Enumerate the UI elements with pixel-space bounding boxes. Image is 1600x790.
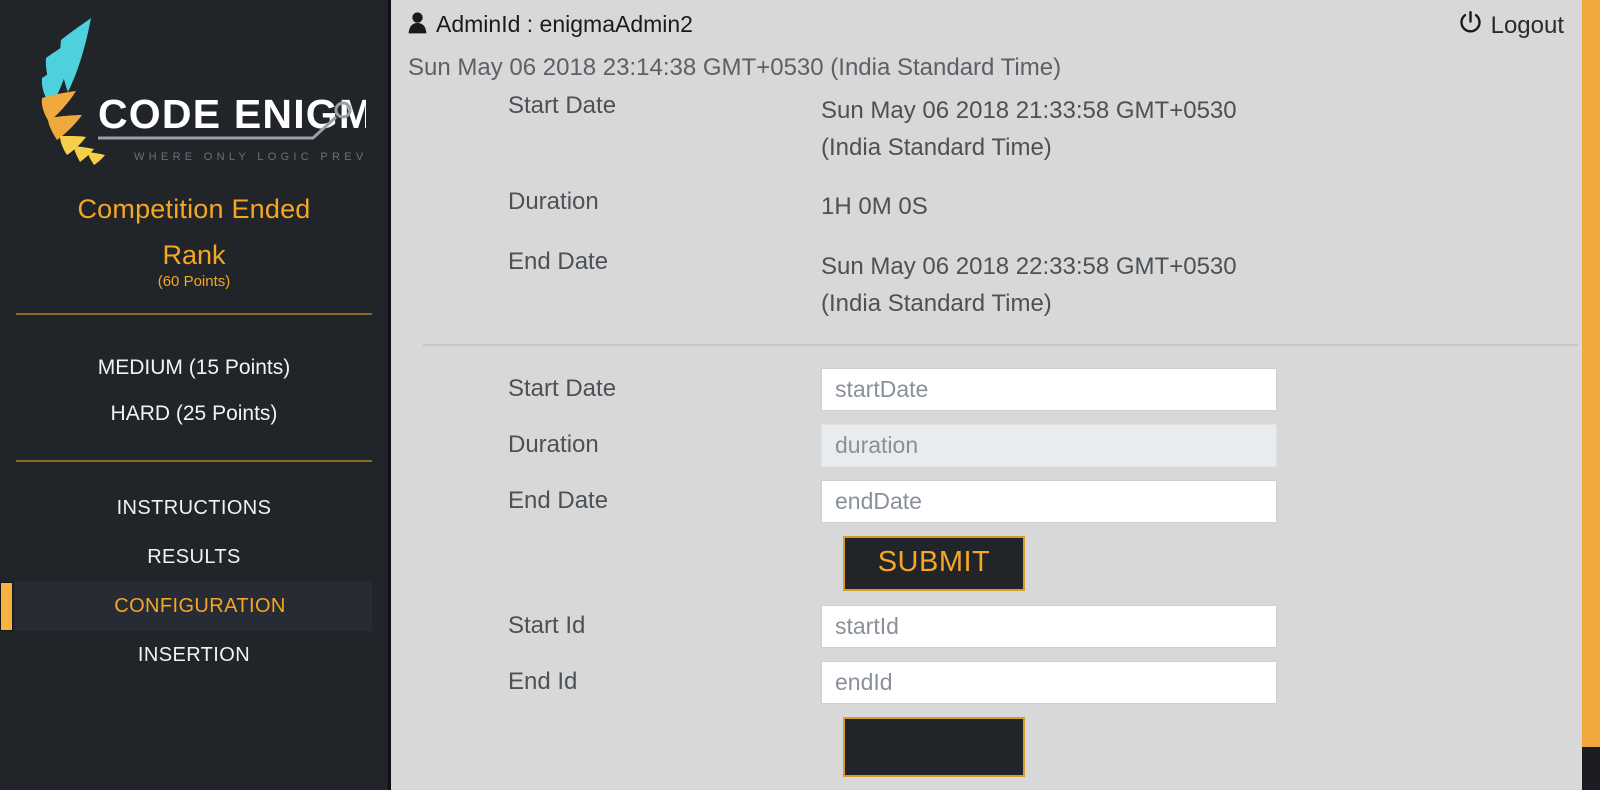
sidebar: CODE ENIGMA WHERE ONLY LOGIC PREVAILS Co… xyxy=(0,0,391,790)
rank-title: Rank xyxy=(0,240,388,271)
code-enigma-logo-icon: CODE ENIGMA WHERE ONLY LOGIC PREVAILS xyxy=(16,0,366,172)
admin-id-label: AdminId : enigmaAdmin2 xyxy=(436,11,693,38)
person-icon xyxy=(408,12,427,38)
configuration-form: Start Date Duration End Date SUBMIT Star… xyxy=(408,346,1600,777)
brand-logo[interactable]: CODE ENIGMA WHERE ONLY LOGIC PREVAILS xyxy=(0,0,388,178)
info-row-end-date: End Date Sun May 06 2018 22:33:58 GMT+05… xyxy=(508,248,1560,322)
current-time-display: Sun May 06 2018 23:14:38 GMT+0530 (India… xyxy=(408,54,1600,82)
competition-status-title: Competition Ended xyxy=(0,194,388,225)
active-indicator-bar xyxy=(0,582,13,631)
form-row-end-date: End Date xyxy=(508,480,1600,523)
form-row-end-id: End Id xyxy=(508,661,1600,704)
sidebar-item-hard[interactable]: HARD (25 Points) xyxy=(0,391,388,437)
schedule-submit-button[interactable]: SUBMIT xyxy=(843,536,1025,591)
power-icon xyxy=(1459,11,1482,41)
page-scrollbar[interactable] xyxy=(1582,0,1600,790)
form-row-start-date: Start Date xyxy=(508,368,1600,411)
duration-input[interactable] xyxy=(821,424,1277,467)
difficulty-list: MEDIUM (15 Points) HARD (25 Points) xyxy=(0,345,388,437)
form-label-duration: Duration xyxy=(508,431,821,459)
sidebar-item-results[interactable]: RESULTS xyxy=(0,533,388,582)
top-bar: AdminId : enigmaAdmin2 Sun May 06 2018 2… xyxy=(408,0,1600,92)
sidebar-divider-top xyxy=(16,313,372,315)
info-row-duration: Duration 1H 0M 0S xyxy=(508,188,1560,225)
info-value-start-date: Sun May 06 2018 21:33:58 GMT+0530 (India… xyxy=(821,92,1241,166)
form-label-start-date: Start Date xyxy=(508,375,821,403)
start-id-input[interactable] xyxy=(821,605,1277,648)
info-label-duration: Duration xyxy=(508,188,821,216)
form-label-end-id: End Id xyxy=(508,668,821,696)
app-root: CODE ENIGMA WHERE ONLY LOGIC PREVAILS Co… xyxy=(0,0,1600,790)
logout-label: Logout xyxy=(1491,12,1564,40)
form-label-start-id: Start Id xyxy=(508,612,821,640)
main-content: AdminId : enigmaAdmin2 Sun May 06 2018 2… xyxy=(391,0,1600,790)
form-row-duration: Duration xyxy=(508,424,1600,467)
svg-text:WHERE ONLY LOGIC PREVAILS: WHERE ONLY LOGIC PREVAILS xyxy=(134,151,366,163)
rank-points: (60 Points) xyxy=(0,273,388,290)
start-date-input[interactable] xyxy=(821,368,1277,411)
schedule-submit-row: SUBMIT xyxy=(508,536,1600,591)
id-submit-row xyxy=(508,717,1600,777)
sidebar-item-insertion[interactable]: INSERTION xyxy=(0,631,388,680)
admin-id-display: AdminId : enigmaAdmin2 xyxy=(408,11,1600,38)
id-submit-button[interactable] xyxy=(843,717,1025,777)
sidebar-item-instructions[interactable]: INSTRUCTIONS xyxy=(0,484,388,533)
sidebar-item-configuration[interactable]: CONFIGURATION xyxy=(15,582,372,631)
end-date-input[interactable] xyxy=(821,480,1277,523)
info-label-end-date: End Date xyxy=(508,248,821,276)
info-label-start-date: Start Date xyxy=(508,92,821,120)
sidebar-item-configuration-label: CONFIGURATION xyxy=(114,595,286,617)
logout-button[interactable]: Logout xyxy=(1459,11,1564,41)
info-row-start-date: Start Date Sun May 06 2018 21:33:58 GMT+… xyxy=(508,92,1560,166)
sidebar-item-medium[interactable]: MEDIUM (15 Points) xyxy=(0,345,388,391)
form-label-end-date: End Date xyxy=(508,487,821,515)
info-value-end-date: Sun May 06 2018 22:33:58 GMT+0530 (India… xyxy=(821,248,1241,322)
info-value-duration: 1H 0M 0S xyxy=(821,188,928,225)
end-id-input[interactable] xyxy=(821,661,1277,704)
sidebar-divider-bottom xyxy=(16,460,372,462)
form-row-start-id: Start Id xyxy=(508,605,1600,648)
svg-text:CODE ENIGMA: CODE ENIGMA xyxy=(98,91,366,137)
scrollbar-thumb[interactable] xyxy=(1582,0,1600,747)
competition-info-block: Start Date Sun May 06 2018 21:33:58 GMT+… xyxy=(408,92,1600,322)
sidebar-nav: INSTRUCTIONS RESULTS CONFIGURATION INSER… xyxy=(0,484,388,680)
